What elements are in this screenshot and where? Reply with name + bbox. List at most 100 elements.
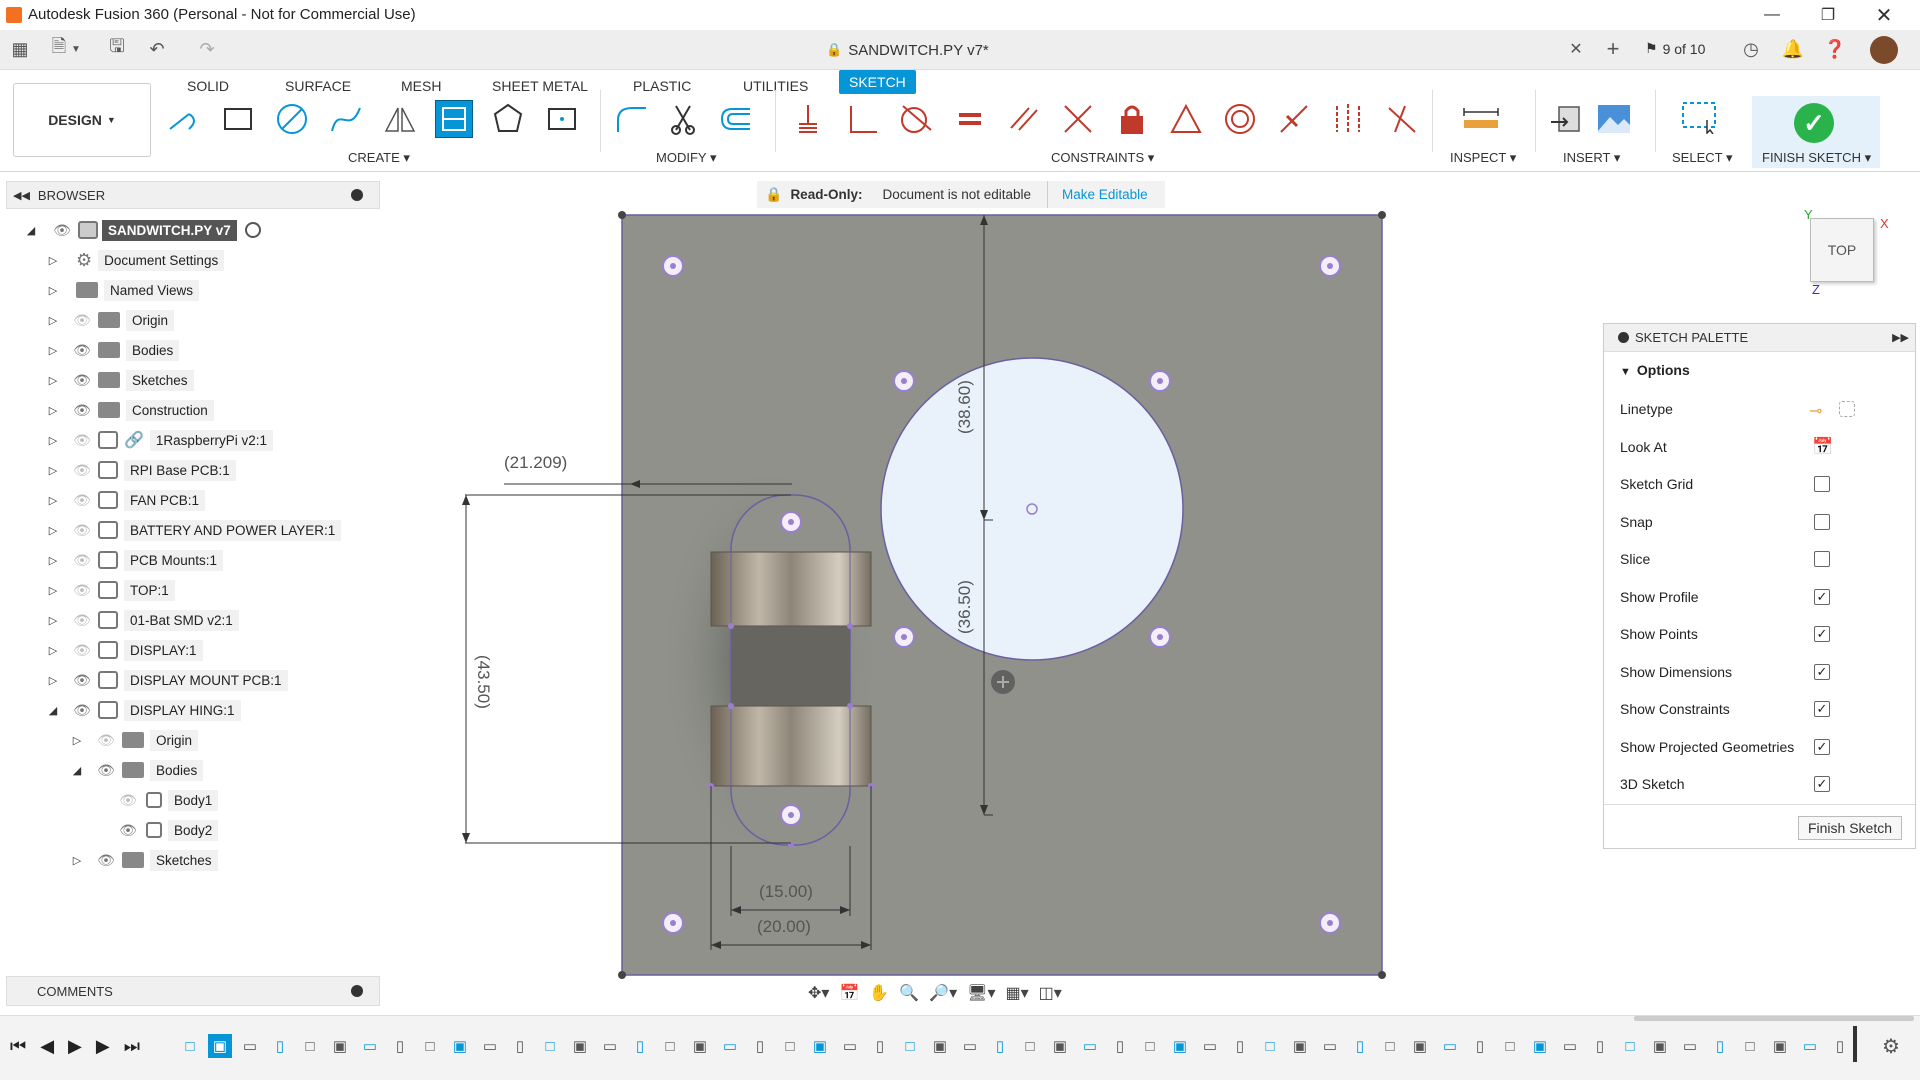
- timeline-feature-icon[interactable]: ▣: [448, 1034, 472, 1058]
- timeline-feature-icon[interactable]: ▣: [1048, 1034, 1072, 1058]
- point-tool-icon[interactable]: [543, 100, 581, 138]
- spline-tool-icon[interactable]: [327, 100, 365, 138]
- timeline-feature-icon[interactable]: ▣: [1288, 1034, 1312, 1058]
- timeline-feature-icon[interactable]: □: [1258, 1034, 1282, 1058]
- insert-group-label[interactable]: INSERT ▾: [1563, 150, 1620, 166]
- expand-triangle-icon[interactable]: ▷: [46, 253, 60, 267]
- timeline-feature-icon[interactable]: ▯: [1108, 1034, 1132, 1058]
- expand-triangle-icon[interactable]: ▷: [46, 493, 60, 507]
- timeline-feature-icon[interactable]: ▭: [958, 1034, 982, 1058]
- timeline-marker[interactable]: [1853, 1026, 1857, 1062]
- eye-hidden-icon[interactable]: 👁: [72, 552, 92, 568]
- timeline-feature-icon[interactable]: □: [778, 1034, 802, 1058]
- notifications-icon[interactable]: 🔔: [1782, 38, 1804, 60]
- go-to-end-icon[interactable]: ⏭: [124, 1036, 140, 1057]
- avatar[interactable]: [1870, 36, 1898, 64]
- timeline-feature-icon[interactable]: □: [1378, 1034, 1402, 1058]
- browser-minimize-icon[interactable]: [351, 189, 363, 201]
- play-icon[interactable]: ▶: [68, 1036, 82, 1057]
- timeline-feature-icon[interactable]: □: [1138, 1034, 1162, 1058]
- browser-item[interactable]: ▷ 👁 FAN PCB:1: [46, 485, 206, 515]
- timeline-feature-icon[interactable]: □: [1618, 1034, 1642, 1058]
- timeline-feature-icon[interactable]: ▣: [1648, 1034, 1672, 1058]
- expand-triangle-icon[interactable]: ▷: [46, 313, 60, 327]
- browser-item[interactable]: ▷ 👁 DISPLAY MOUNT PCB:1: [46, 665, 288, 695]
- timeline-feature-icon[interactable]: ▭: [1438, 1034, 1462, 1058]
- equal-constraint-icon[interactable]: [951, 100, 989, 138]
- eye-hidden-icon[interactable]: 👁: [72, 462, 92, 478]
- collapse-browser-icon[interactable]: ◀◀: [13, 189, 30, 202]
- finish-sketch-check-icon[interactable]: ✓: [1794, 103, 1834, 143]
- expand-triangle-icon[interactable]: ▷: [46, 403, 60, 417]
- timeline-feature-icon[interactable]: ▯: [868, 1034, 892, 1058]
- lock-constraint-icon[interactable]: [1113, 100, 1151, 138]
- constraints-group-label[interactable]: CONSTRAINTS ▾: [1051, 150, 1154, 166]
- timeline-feature-icon[interactable]: ▣: [208, 1034, 232, 1058]
- file-menu-icon[interactable]: 🗎: [48, 36, 70, 60]
- eye-hidden-icon[interactable]: 👁: [72, 432, 92, 448]
- timeline-feature-icon[interactable]: ▣: [1408, 1034, 1432, 1058]
- browser-root[interactable]: ◢ 👁 SANDWITCH.PY v7: [24, 215, 261, 245]
- redo-icon[interactable]: ↷: [196, 38, 218, 60]
- snap-checkbox[interactable]: [1814, 514, 1830, 530]
- expand-triangle-icon[interactable]: ▷: [46, 463, 60, 477]
- eye-hidden-icon[interactable]: 👁: [72, 492, 92, 508]
- circle-tool-icon[interactable]: [273, 100, 311, 138]
- select-tool-icon[interactable]: [1680, 98, 1718, 136]
- show-profile-checkbox[interactable]: ✓: [1814, 589, 1830, 605]
- timeline-feature-icon[interactable]: ▭: [1678, 1034, 1702, 1058]
- browser-item[interactable]: ◢ 👁 Bodies: [70, 755, 204, 785]
- eye-hidden-icon[interactable]: 👁: [72, 582, 92, 598]
- timeline-feature-icon[interactable]: ▭: [598, 1034, 622, 1058]
- timeline-feature-icon[interactable]: ▭: [478, 1034, 502, 1058]
- timeline-feature-icon[interactable]: ▯: [268, 1034, 292, 1058]
- eye-hidden-icon[interactable]: 👁: [72, 312, 92, 328]
- viewports-icon[interactable]: ◫▾: [1039, 983, 1062, 1003]
- dimension-2000[interactable]: (20.00): [757, 917, 811, 936]
- timeline-feature-icon[interactable]: ▯: [1468, 1034, 1492, 1058]
- timeline-feature-icon[interactable]: ▯: [988, 1034, 1012, 1058]
- history-icon[interactable]: ◷: [1740, 38, 1762, 60]
- timeline-feature-icon[interactable]: ▣: [1168, 1034, 1192, 1058]
- timeline-feature-icon[interactable]: □: [298, 1034, 322, 1058]
- step-forward-icon[interactable]: ▶​: [96, 1036, 110, 1057]
- expand-triangle-icon[interactable]: ▷: [46, 343, 60, 357]
- document-tab[interactable]: 🔒 SANDWITCH.PY v7*: [826, 38, 989, 62]
- tab-solid[interactable]: SOLID: [187, 74, 229, 98]
- hinge-body-top[interactable]: [710, 551, 872, 627]
- job-status[interactable]: ⚑ 9 of 10: [1645, 40, 1705, 57]
- concentric-constraint-icon[interactable]: [1221, 100, 1259, 138]
- timeline-feature-icon[interactable]: ▯: [748, 1034, 772, 1058]
- eye-hidden-icon[interactable]: 👁: [118, 792, 138, 808]
- perpendicular-constraint-icon[interactable]: [843, 100, 881, 138]
- expand-triangle-icon[interactable]: ▷: [46, 673, 60, 687]
- undo-icon[interactable]: ↶: [146, 38, 168, 60]
- timeline-feature-icon[interactable]: □: [1738, 1034, 1762, 1058]
- tab-mesh[interactable]: MESH: [401, 74, 441, 98]
- select-group-label[interactable]: SELECT ▾: [1672, 150, 1732, 166]
- timeline-feature-icon[interactable]: □: [898, 1034, 922, 1058]
- add-comment-icon[interactable]: [351, 985, 363, 997]
- browser-item[interactable]: ◢ 👁 DISPLAY HING:1: [46, 695, 241, 725]
- dimension-3860[interactable]: (38.60): [955, 380, 974, 434]
- line-tool-icon[interactable]: [165, 100, 203, 138]
- palette-expand-icon[interactable]: ▶▶: [1892, 331, 1909, 344]
- browser-item[interactable]: ▷ 👁 PCB Mounts:1: [46, 545, 224, 575]
- pan-icon[interactable]: ✋: [869, 983, 889, 1003]
- timeline-feature-icon[interactable]: ▭: [1078, 1034, 1102, 1058]
- close-window-button[interactable]: ✕: [1856, 0, 1912, 30]
- palette-minimize-icon[interactable]: [1618, 332, 1629, 343]
- step-back-icon[interactable]: ◀​: [40, 1036, 54, 1057]
- expand-triangle-icon[interactable]: ▷: [46, 613, 60, 627]
- dimension-3650[interactable]: (36.50): [955, 580, 974, 634]
- modify-group-label[interactable]: MODIFY ▾: [656, 150, 716, 166]
- timeline-scrollbar[interactable]: [1634, 1016, 1914, 1021]
- construction-linetype-icon[interactable]: ⊸: [1809, 401, 1822, 421]
- timeline-feature-icon[interactable]: ▯: [1588, 1034, 1612, 1058]
- show-constraints-checkbox[interactable]: ✓: [1814, 701, 1830, 717]
- timeline-feature-icon[interactable]: ▭: [1318, 1034, 1342, 1058]
- timeline-feature-icon[interactable]: ▭: [1558, 1034, 1582, 1058]
- trim-tool-icon[interactable]: [664, 100, 702, 138]
- browser-item[interactable]: ▷ 👁 TOP:1: [46, 575, 175, 605]
- collapse-triangle-icon[interactable]: ◢: [24, 223, 38, 237]
